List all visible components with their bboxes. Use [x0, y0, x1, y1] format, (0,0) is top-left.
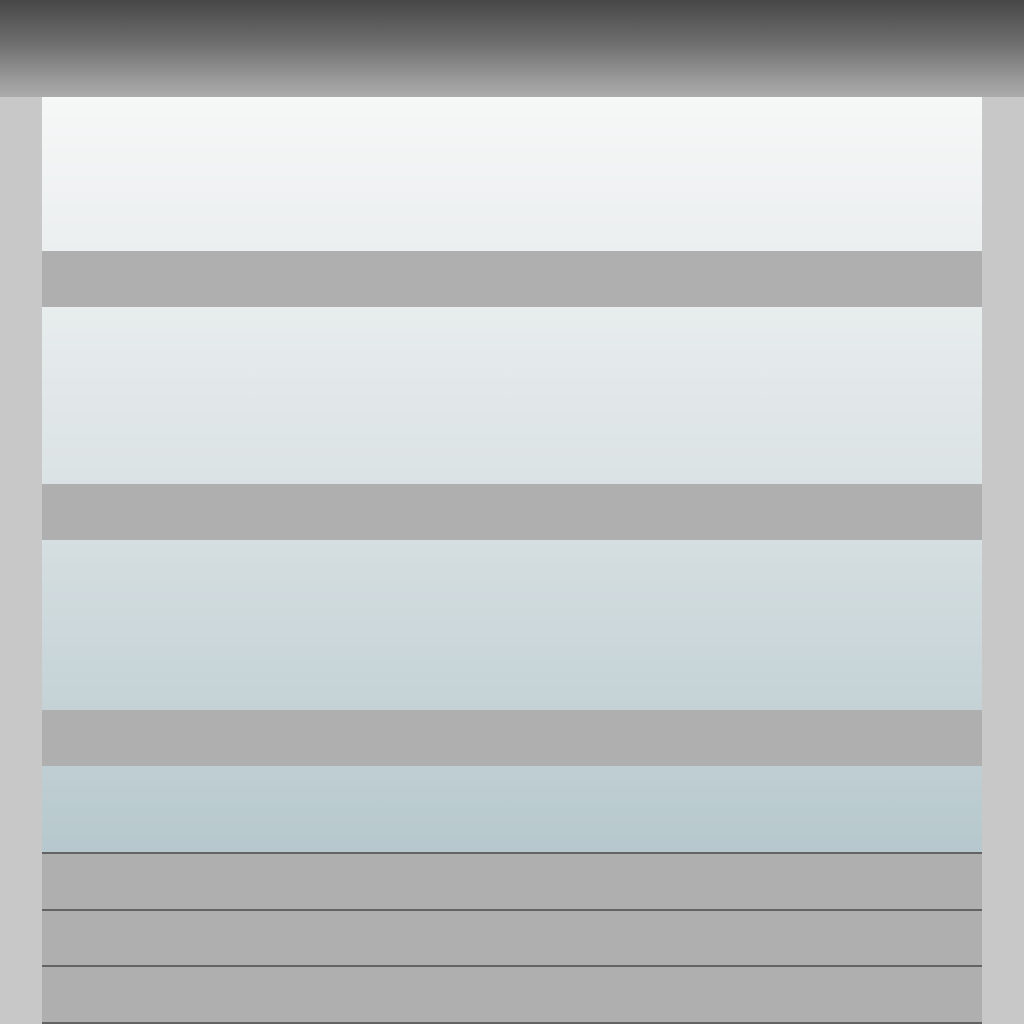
- divider-band: [42, 251, 982, 307]
- bottom-slat: [42, 965, 982, 1022]
- content-area: [42, 97, 982, 1024]
- right-margin: [982, 97, 1024, 1024]
- divider-band: [42, 484, 982, 540]
- bottom-slat: [42, 909, 982, 966]
- divider-band: [42, 710, 982, 766]
- top-bar: [0, 0, 1024, 97]
- bottom-slat: [42, 852, 982, 909]
- left-margin: [0, 97, 42, 1024]
